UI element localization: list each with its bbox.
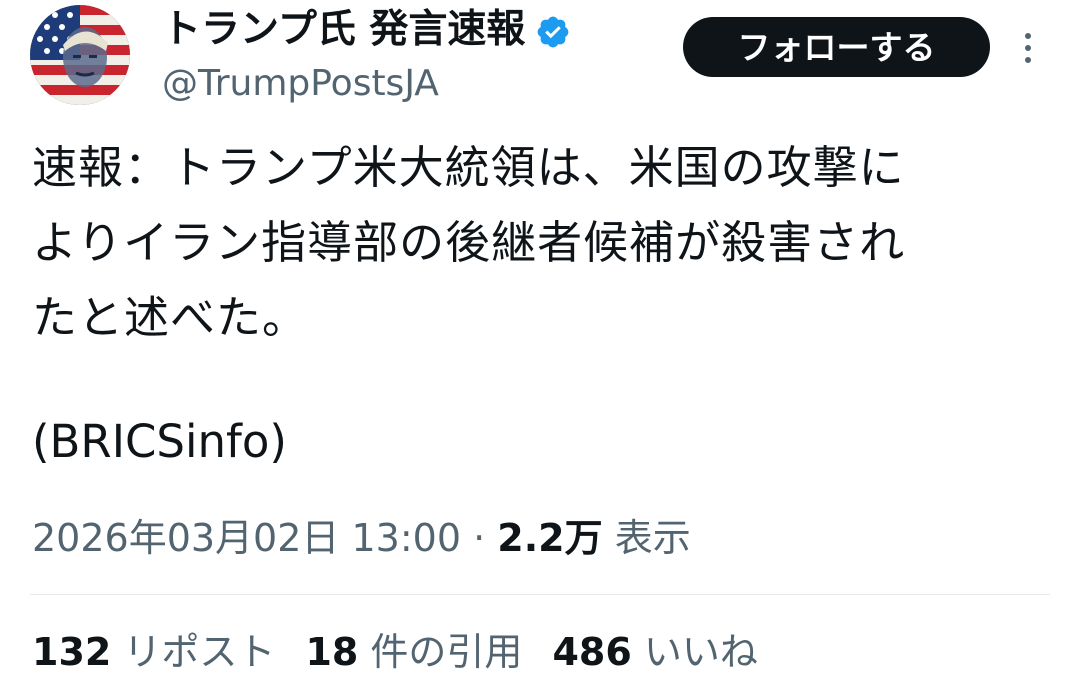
quotes-count: 18: [305, 630, 359, 674]
tweet-timestamp[interactable]: 2026年03月02日 13:00: [32, 516, 461, 560]
verified-badge-icon[interactable]: [535, 12, 571, 48]
likes-stat[interactable]: 486 いいね: [552, 622, 757, 682]
quotes-stat[interactable]: 18 件の引用: [305, 622, 522, 682]
tweet-text: 速報：トランプ米大統領は、米国の攻撃に よりイラン指導部の後継者候補が殺害され …: [32, 141, 906, 344]
reposts-label: リポスト: [123, 630, 276, 674]
follow-button[interactable]: フォローする: [683, 17, 990, 77]
tweet-meta: 2026年03月02日 13:00 · 2.2万 表示: [32, 508, 691, 568]
display-name[interactable]: トランプ氏 発言速報: [162, 4, 571, 56]
reposts-stat[interactable]: 132 リポスト: [32, 622, 275, 682]
display-name-text[interactable]: トランプ氏 発言速報: [162, 4, 525, 56]
likes-count: 486: [552, 630, 632, 674]
likes-label: いいね: [643, 630, 758, 674]
quotes-label: 件の引用: [370, 630, 523, 674]
views-label: 表示: [614, 516, 691, 560]
reposts-count: 132: [32, 630, 112, 674]
user-handle[interactable]: @TrumpPostsJA: [162, 58, 439, 110]
meta-separator: ·: [473, 516, 486, 560]
avatar[interactable]: [30, 5, 130, 105]
engagement-stats: 132 リポスト 18 件の引用 486 いいね: [32, 622, 758, 682]
views-count: 2.2万: [497, 516, 603, 560]
tweet-source: (BRICSinfo): [32, 415, 287, 468]
more-vertical-icon[interactable]: [1016, 28, 1040, 68]
divider: [30, 594, 1050, 595]
